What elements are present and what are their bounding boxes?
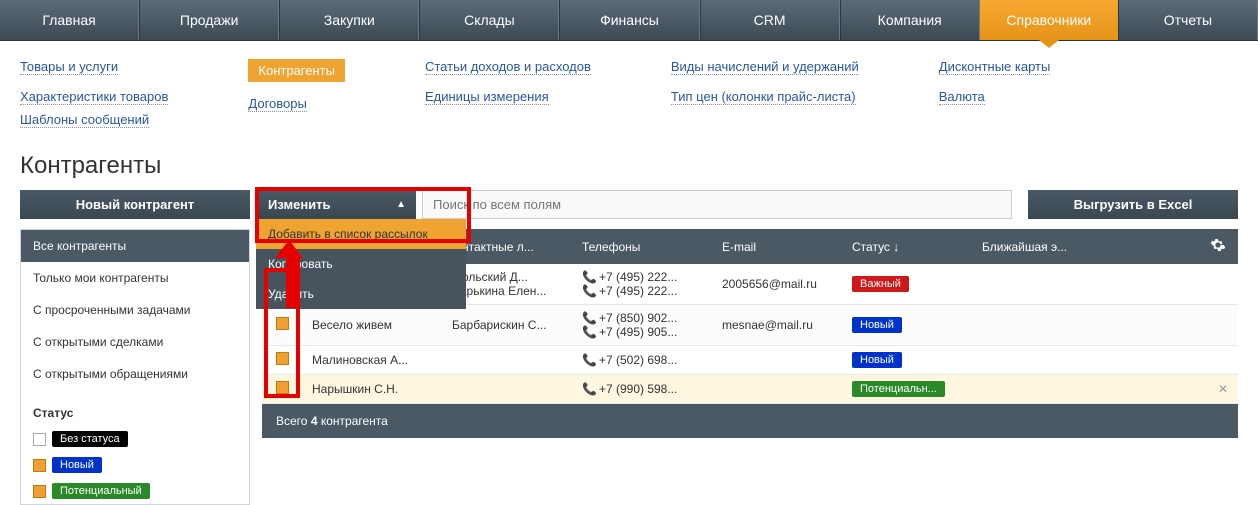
toolbar: Новый контрагент Изменить ▲ Добавить в с… — [0, 190, 1258, 229]
sidebar-status-heading: Статус — [21, 400, 249, 426]
phone-icon: 📞 — [582, 382, 597, 396]
status-badge: Важный — [852, 276, 909, 292]
cell-contact: Барбарискин С... — [452, 318, 562, 332]
table-row[interactable]: Весело живем Барбарискин С... 📞+7 (850) … — [262, 305, 1238, 346]
nav-warehouses[interactable]: Склады — [419, 0, 559, 40]
cell-name: Нарышкин С.Н. — [312, 382, 398, 396]
status-badge: Потенциальн... — [852, 381, 945, 397]
cell-email — [712, 354, 842, 366]
change-button[interactable]: Изменить ▲ — [256, 190, 416, 219]
cell-email — [712, 383, 842, 395]
cell-next — [972, 278, 1208, 290]
footer-count: 4 — [311, 414, 318, 428]
cell-phone: 📞+7 (495) 222... — [582, 270, 702, 284]
nav-finance[interactable]: Финансы — [559, 0, 699, 40]
status-badge: Потенциальный — [52, 483, 150, 499]
cell-phone: 📞+7 (850) 902... — [582, 311, 702, 325]
sort-desc-icon: ↓ — [893, 240, 899, 254]
chevron-up-icon: ▲ — [396, 199, 406, 210]
phone-icon: 📞 — [582, 325, 597, 339]
sublink-price-types[interactable]: Тип цен (колонки прайс-листа) — [671, 89, 856, 105]
nav-crm[interactable]: CRM — [700, 0, 840, 40]
nav-directories[interactable]: Справочники — [980, 0, 1118, 40]
sidebar-filter-all[interactable]: Все контрагенты — [21, 230, 249, 262]
cell-email: mesnae@mail.ru — [712, 312, 842, 338]
content: Все контрагенты Только мои контрагенты С… — [0, 229, 1258, 505]
cell-phone: 📞+7 (495) 905... — [582, 325, 702, 339]
phone-icon: 📞 — [582, 311, 597, 325]
sidebar-filter-overdue[interactable]: С просроченными задачами — [21, 294, 249, 326]
th-next-event[interactable]: Ближайшая э... — [972, 231, 1198, 263]
checkbox-icon — [33, 433, 46, 446]
cell-contact: ...ольский Д... — [452, 270, 562, 284]
sidebar-filter-mine[interactable]: Только мои контрагенты — [21, 262, 249, 294]
phone-icon: 📞 — [582, 284, 597, 298]
cell-phone: 📞+7 (495) 222... — [582, 284, 702, 298]
sublink-product-chars[interactable]: Характеристики товаров — [20, 89, 168, 105]
sidebar-filter-open-deals[interactable]: С открытыми сделками — [21, 326, 249, 358]
nav-reports[interactable]: Отчеты — [1118, 0, 1258, 40]
gear-icon — [1210, 237, 1226, 253]
th-phones[interactable]: Телефоны — [572, 231, 712, 263]
top-nav: Главная Продажи Закупки Склады Финансы C… — [0, 0, 1258, 41]
change-dropdown-wrap: Изменить ▲ Добавить в список рассылок Ко… — [256, 190, 416, 219]
row-checkbox[interactable] — [276, 381, 289, 394]
nav-company[interactable]: Компания — [840, 0, 980, 40]
close-icon: ✕ — [1218, 382, 1228, 396]
sublink-income-expense[interactable]: Статьи доходов и расходов — [425, 59, 591, 75]
table-row[interactable]: Нарышкин С.Н. 📞+7 (990) 598... Потенциал… — [262, 375, 1238, 404]
row-checkbox[interactable] — [276, 317, 289, 330]
sublink-units[interactable]: Единицы измерения — [425, 89, 549, 105]
table-row[interactable]: Малиновская А... 📞+7 (502) 698... Новый — [262, 346, 1238, 375]
sublink-counterparties[interactable]: Контрагенты — [248, 59, 345, 82]
row-delete-button[interactable] — [1208, 354, 1238, 366]
annotation-arrow — [282, 240, 303, 308]
subnav: Товары и услуги Характеристики товаров К… — [0, 41, 1258, 128]
sublink-currency[interactable]: Валюта — [939, 89, 985, 105]
row-delete-button[interactable] — [1208, 319, 1238, 331]
status-filter-potential[interactable]: Потенциальный — [21, 478, 249, 504]
status-filter-new[interactable]: Новый — [21, 452, 249, 478]
export-excel-button[interactable]: Выгрузить в Excel — [1028, 190, 1238, 219]
phone-icon: 📞 — [582, 353, 597, 367]
table-footer: Всего 4 контрагента — [262, 404, 1238, 438]
sublink-products[interactable]: Товары и услуги — [20, 59, 118, 75]
sublink-message-templates[interactable]: Шаблоны сообщений — [20, 112, 149, 128]
search-input[interactable] — [422, 190, 1012, 219]
cell-name: Весело живем — [312, 318, 392, 332]
row-delete-button[interactable] — [1208, 278, 1238, 290]
cell-next — [972, 383, 1208, 395]
cell-email: 2005656@mail.ru — [712, 271, 842, 297]
th-status[interactable]: Статус ↓ — [842, 231, 972, 263]
cell-next — [972, 354, 1208, 366]
new-counterparty-button[interactable]: Новый контрагент — [20, 190, 250, 219]
row-checkbox[interactable] — [276, 352, 289, 365]
change-button-label: Изменить — [268, 197, 331, 212]
cell-phone: 📞+7 (990) 598... — [582, 382, 702, 396]
th-email[interactable]: E-mail — [712, 231, 842, 263]
status-badge: Без статуса — [52, 431, 128, 447]
nav-purchases[interactable]: Закупки — [279, 0, 419, 40]
sidebar: Все контрагенты Только мои контрагенты С… — [20, 229, 250, 505]
nav-main[interactable]: Главная — [0, 0, 139, 40]
status-badge: Новый — [852, 317, 902, 333]
row-delete-button[interactable]: ✕ — [1208, 376, 1238, 402]
sidebar-filter-open-cases[interactable]: С открытыми обращениями — [21, 358, 249, 390]
status-filter-none[interactable]: Без статуса — [21, 426, 249, 452]
cell-name: Малиновская А... — [312, 353, 408, 367]
cell-next — [972, 319, 1208, 331]
sublink-discount-cards[interactable]: Дисконтные карты — [939, 59, 1051, 75]
checkbox-icon — [33, 485, 46, 498]
table-settings-button[interactable] — [1198, 229, 1238, 264]
page-title: Контрагенты — [20, 152, 1238, 180]
status-badge: Новый — [852, 352, 902, 368]
sublink-contracts[interactable]: Договоры — [248, 96, 306, 112]
checkbox-icon — [33, 459, 46, 472]
sublink-accruals[interactable]: Виды начислений и удержаний — [671, 59, 859, 75]
cell-phone: 📞+7 (502) 698... — [582, 353, 702, 367]
phone-icon: 📞 — [582, 270, 597, 284]
status-badge: Новый — [52, 457, 102, 473]
cell-contact: Ларькина Елен... — [452, 284, 562, 298]
nav-sales[interactable]: Продажи — [139, 0, 279, 40]
